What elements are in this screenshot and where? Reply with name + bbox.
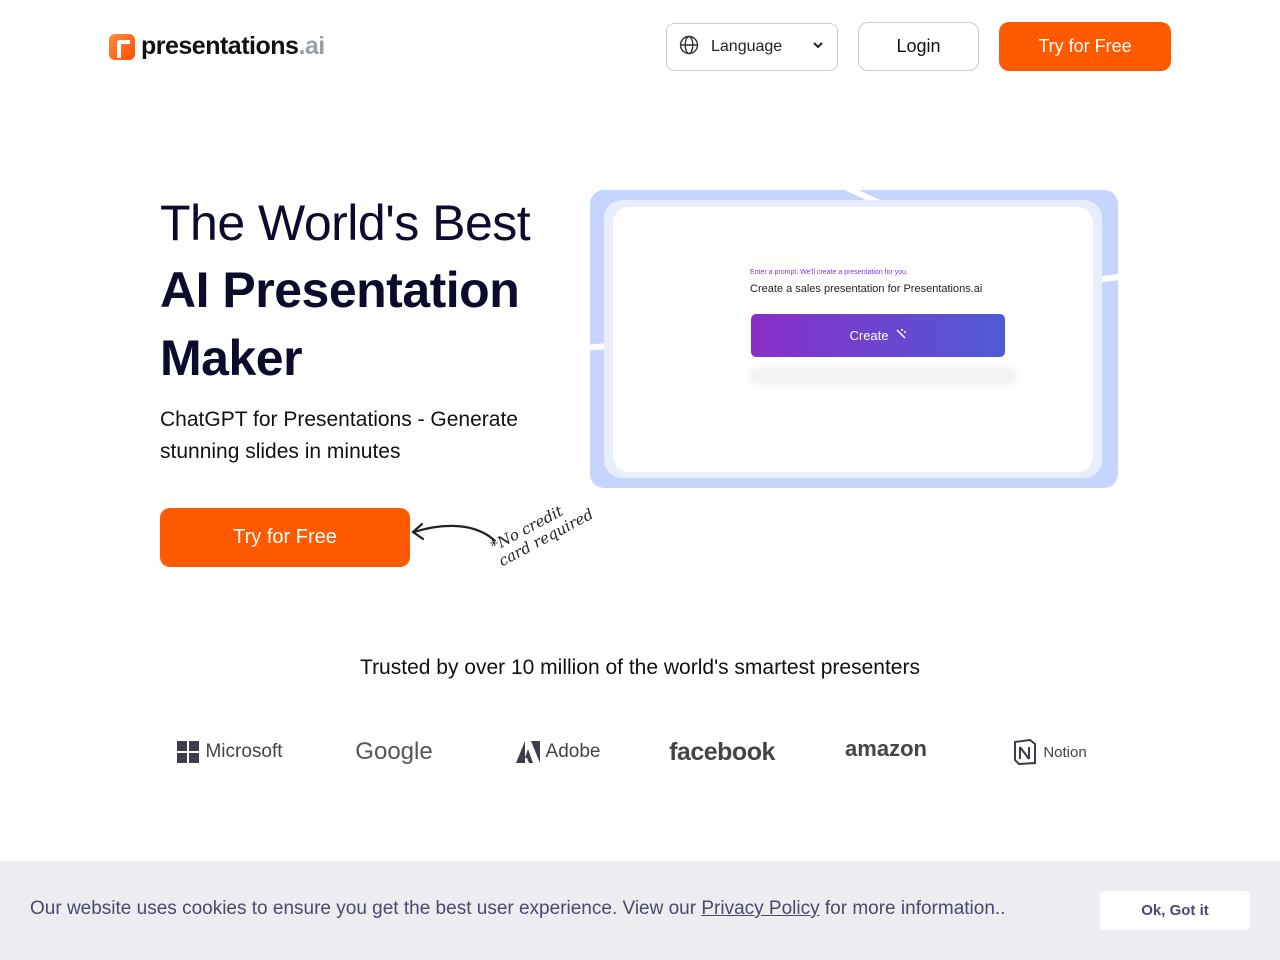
cookie-text-after: for more information.. [819, 898, 1006, 919]
amazon-logo: amazon [816, 736, 956, 765]
brand-name: facebook [669, 737, 775, 766]
microsoft-logo: Microsoft [160, 741, 300, 763]
blurred-placeholder [748, 367, 1018, 385]
preview-screen: Enter a prompt. We'll create a presentat… [613, 207, 1093, 472]
privacy-policy-link[interactable]: Privacy Policy [701, 898, 819, 919]
brand-name: Microsoft [205, 741, 283, 762]
trusted-by-text: Trusted by over 10 million of the world'… [360, 656, 920, 679]
notion-logo: Notion [980, 739, 1120, 765]
cookie-text-before: Our website uses cookies to ensure you g… [30, 898, 702, 919]
globe-icon [679, 35, 699, 60]
hero-title-line3: Maker [160, 330, 303, 386]
magic-wand-icon [895, 328, 907, 343]
logo-mark-icon [109, 33, 135, 60]
try-for-free-header-button[interactable]: Try for Free [999, 22, 1171, 71]
brand-name: Google [355, 738, 433, 765]
notion-icon [1014, 739, 1037, 765]
hero-title-line2: AI Presentation [160, 262, 520, 318]
cookie-accept-button[interactable]: Ok, Got it [1100, 891, 1250, 930]
login-button[interactable]: Login [858, 22, 979, 71]
cookie-banner: Our website uses cookies to ensure you g… [0, 861, 1280, 960]
create-label: Create [849, 328, 889, 343]
microsoft-icon [177, 741, 200, 763]
no-credit-card-note: *No credit card required [487, 501, 597, 571]
language-label: Language [711, 38, 783, 55]
try-for-free-hero-button[interactable]: Try for Free [160, 508, 410, 567]
site-header: presentations .ai Language Login Try for … [0, 0, 1280, 92]
facebook-logo: facebook [652, 738, 792, 767]
hero-title: The World's Best AI Presentation Maker [160, 190, 580, 392]
hero-subtitle: ChatGPT for Presentations - Generate stu… [160, 408, 518, 463]
language-select[interactable]: Language [666, 23, 838, 71]
logo-suffix: .ai [298, 32, 325, 60]
brand-logos: Microsoft Google Adobe facebook amazon N… [160, 730, 1120, 774]
google-logo: Google [324, 738, 464, 766]
prompt-hint: Enter a prompt. We'll create a presentat… [750, 269, 909, 276]
product-preview: Enter a prompt. We'll create a presentat… [590, 190, 1118, 488]
create-button: Create [751, 314, 1005, 357]
logo[interactable]: presentations .ai [109, 32, 325, 61]
adobe-logo: Adobe [488, 741, 628, 763]
brand-name: amazon [845, 736, 927, 761]
brand-name: Adobe [545, 741, 601, 762]
prompt-text: Create a sales presentation for Presenta… [750, 283, 983, 295]
chevron-down-icon [811, 38, 825, 57]
cookie-message: Our website uses cookies to ensure you g… [30, 898, 1005, 920]
brand-name: Notion [1043, 743, 1087, 761]
curved-arrow-icon [411, 522, 496, 542]
adobe-icon [515, 741, 540, 763]
hero-title-line1: The World's Best [160, 195, 531, 251]
logo-text: presentations [141, 32, 299, 60]
